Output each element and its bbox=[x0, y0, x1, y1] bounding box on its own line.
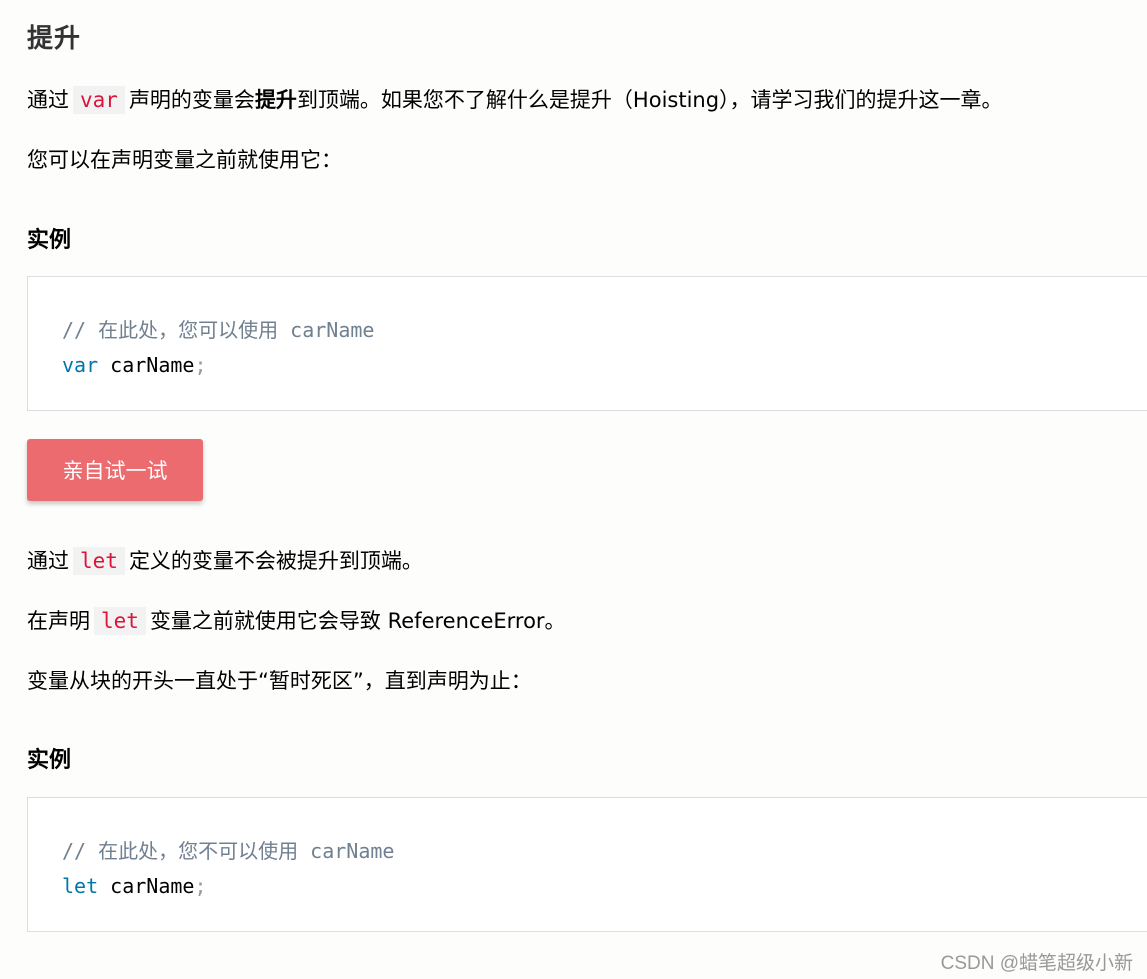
inline-code-let: let bbox=[73, 547, 125, 575]
bold-text: 提升 bbox=[254, 88, 297, 112]
text: 通过 bbox=[27, 88, 69, 112]
code-keyword: let bbox=[62, 874, 99, 898]
paragraph-reference-error: 在声明 let 变量之前就使用它会导致 ReferenceError。 bbox=[27, 605, 566, 637]
code-identifier: carName bbox=[98, 353, 195, 377]
text: 在声明 bbox=[27, 609, 90, 633]
watermark: CSDN @蜡笔超级小新 bbox=[940, 953, 1133, 974]
section-heading: 提升 bbox=[27, 24, 82, 54]
paragraph-var-hoisting: 通过 var 声明的变量会提升到顶端。如果您不了解什么是提升（Hoisting），请… bbox=[27, 84, 1003, 116]
code-example-var: // 在此处，您可以使用 carName var carName; bbox=[27, 276, 1147, 411]
text: 到顶端。如果您不了解什么是提升（Hoisting），请学习我们的提升这一章。 bbox=[296, 88, 1003, 112]
try-it-button[interactable]: 亲自试一试 bbox=[27, 439, 203, 501]
text: 定义的变量不会被提升到顶端。 bbox=[128, 549, 423, 573]
code-comment: // 在此处，您可以使用 carName bbox=[62, 318, 375, 342]
text: 通过 bbox=[27, 549, 69, 573]
text: 变量之前就使用它会导致 ReferenceError。 bbox=[149, 609, 566, 633]
code-identifier: carName bbox=[98, 874, 195, 898]
inline-code-let: let bbox=[94, 607, 146, 635]
example-heading: 实例 bbox=[27, 748, 72, 773]
code-comment: // 在此处，您不可以使用 carName bbox=[62, 839, 395, 863]
code-punctuation: ; bbox=[194, 353, 207, 377]
paragraph-let-not-hoisted: 通过 let 定义的变量不会被提升到顶端。 bbox=[27, 545, 423, 577]
code-keyword: var bbox=[62, 353, 99, 377]
paragraph-use-before-declare: 您可以在声明变量之前就使用它： bbox=[27, 148, 342, 172]
text: 声明的变量会 bbox=[128, 88, 255, 112]
code-example-let: // 在此处，您不可以使用 carName let carName; bbox=[27, 797, 1147, 932]
example-heading: 实例 bbox=[27, 228, 72, 253]
inline-code-var: var bbox=[73, 86, 125, 114]
paragraph-temporal-dead-zone: 变量从块的开头一直处于“暂时死区”，直到声明为止： bbox=[27, 669, 532, 693]
code-punctuation: ; bbox=[194, 874, 207, 898]
